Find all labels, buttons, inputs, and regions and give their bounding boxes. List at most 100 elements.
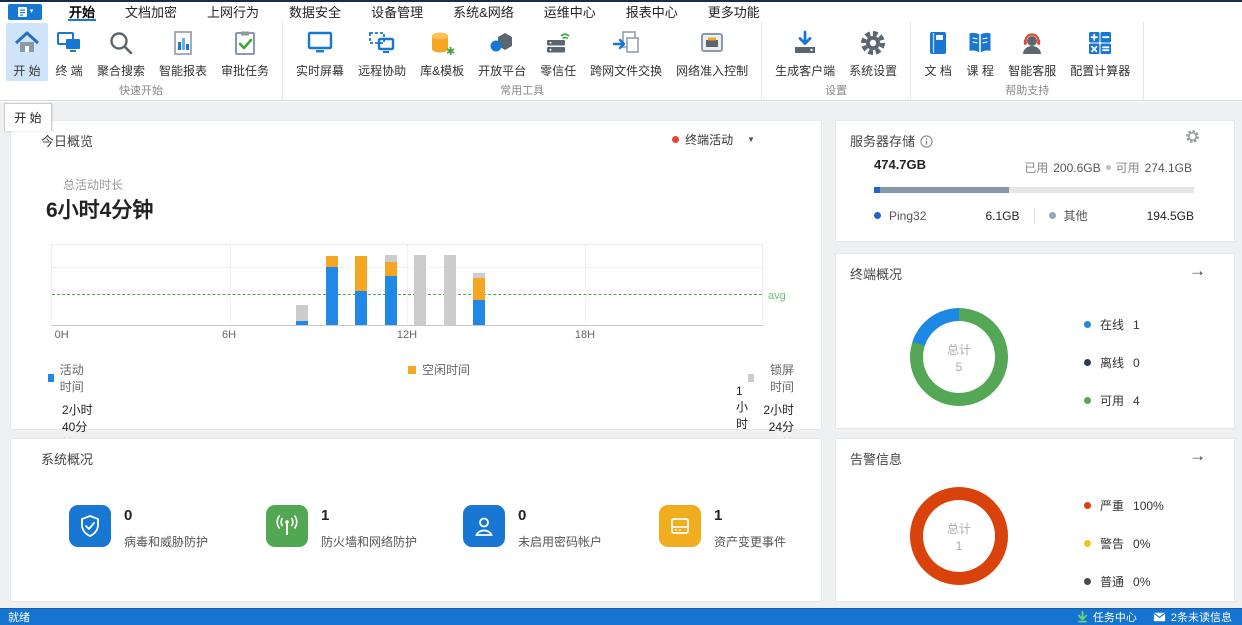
menu-item-doc-encryption[interactable]: 文档加密 [110, 2, 192, 21]
yellow-dot-icon [1084, 540, 1091, 547]
arrow-right-icon[interactable]: → [1189, 447, 1206, 464]
ribbon-item-approval-tasks[interactable]: 审批任务 [214, 23, 276, 81]
separator-dot-icon [1106, 165, 1111, 170]
bar-segment [385, 255, 397, 262]
gray-dot-icon [1049, 212, 1056, 219]
svg-text:✱: ✱ [446, 46, 455, 57]
blue-dot-icon [874, 212, 881, 219]
bar-segment [414, 255, 426, 325]
ribbon-item-system-settings[interactable]: 系统设置 [842, 23, 904, 81]
ribbon-item-smart-report[interactable]: 智能报表 [152, 23, 214, 81]
ribbon-item-network-access-control[interactable]: 网络准入控制 [669, 23, 755, 81]
menu-item-report-center[interactable]: 报表中心 [611, 2, 693, 21]
status-ready-text: 就绪 [8, 609, 30, 625]
ribbon-item-start[interactable]: 开 始 [6, 23, 48, 81]
activity-bar-11h [385, 255, 397, 325]
legend-ping32: Ping32 6.1GB [874, 209, 1020, 223]
ribbon-label: 配置计算器 [1070, 62, 1130, 79]
ribbon-label: 实时屏幕 [296, 62, 344, 79]
menu-item-start[interactable]: 开始 [54, 2, 110, 21]
arrow-right-icon[interactable]: → [1189, 262, 1206, 279]
legend-other: 其他 194.5GB [1049, 207, 1195, 224]
app-logo-icon [17, 6, 28, 18]
terminal-legend: 在线1 离线0 可用4 [1084, 316, 1224, 430]
bar-segment [326, 267, 338, 325]
storage-settings-gear-icon[interactable] [1185, 129, 1200, 147]
storage-bar-segment [880, 187, 1009, 193]
download-arrow-icon [1077, 611, 1088, 623]
alarm-donut-chart: 总计1 [910, 487, 1008, 585]
terminal-monitors-icon [55, 27, 83, 59]
ribbon-item-open-platform[interactable]: 开放平台 [471, 23, 533, 81]
task-center-button[interactable]: 任务中心 [1077, 609, 1137, 625]
remote-assist-icon [368, 27, 396, 59]
ribbon-item-aggregate-search[interactable]: 聚合搜索 [90, 23, 152, 81]
ribbon-item-library-templates[interactable]: ✱ 库&模板 [413, 23, 471, 81]
ribbon-label: 网络准入控制 [676, 62, 748, 79]
ribbon-label: 生成客户端 [775, 62, 835, 79]
ribbon-label: 终 端 [55, 62, 82, 79]
activity-bar-12h [414, 255, 426, 325]
activity-bar-14h [473, 273, 485, 325]
ribbon-label: 开 始 [13, 62, 40, 79]
ribbon-label: 智能客服 [1008, 62, 1056, 79]
ribbon-group-label: 常用工具 [289, 81, 755, 101]
x-tick: 18H [575, 329, 595, 341]
ribbon-item-remote-assist[interactable]: 远程协助 [351, 23, 413, 81]
info-icon[interactable] [920, 135, 933, 151]
legend-offline: 离线0 [1084, 354, 1224, 371]
ribbon-item-zero-trust[interactable]: 零信任 [533, 23, 583, 81]
panel-title: 系统概况 [41, 449, 93, 468]
ribbon-item-docs[interactable]: 文 档 [917, 23, 959, 81]
orange-square-icon [408, 366, 416, 374]
blue-square-icon [48, 374, 54, 382]
menu-item-device-mgmt[interactable]: 设备管理 [356, 2, 438, 21]
tab-start[interactable]: 开 始 [4, 103, 52, 131]
ribbon-item-generate-client[interactable]: 生成客户端 [768, 23, 842, 81]
ribbon-item-config-calculator[interactable]: 配置计算器 [1063, 23, 1137, 81]
unread-messages-button[interactable]: 2条未读信息 [1153, 609, 1232, 625]
shield-check-icon [69, 505, 111, 547]
ribbon-label: 课 程 [967, 62, 994, 79]
home-icon [13, 27, 41, 59]
ribbon-item-terminal[interactable]: 终 端 [48, 23, 90, 81]
approval-clipboard-icon [231, 27, 259, 59]
green-dot-icon [1084, 397, 1091, 404]
ribbon-label: 系统设置 [849, 62, 897, 79]
menu-item-ops-center[interactable]: 运维中心 [529, 2, 611, 21]
ribbon-label: 聚合搜索 [97, 62, 145, 79]
red-dot-icon [1084, 502, 1091, 509]
envelope-icon [1153, 612, 1166, 622]
menu-item-data-security[interactable]: 数据安全 [274, 2, 356, 21]
activity-bar-9h [326, 256, 338, 325]
dark-dot-icon [1084, 359, 1091, 366]
asset-device-icon [659, 505, 701, 547]
main-content: 开 始 今日概览 终端活动 ▼ 总活动时长 6小时4分钟 avg 0H 6H 1… [0, 102, 1242, 608]
ribbon-label: 跨网文件交换 [590, 62, 662, 79]
panel-title: 服务器存储 [850, 131, 933, 151]
app-menu-caret-icon: ▾ [30, 8, 34, 15]
panel-title: 今日概览 [41, 131, 93, 150]
gridline [407, 245, 408, 325]
ribbon-label: 零信任 [540, 62, 576, 79]
storage-used-free: 已用200.6GB 可用274.1GB [1024, 159, 1192, 176]
storage-total: 474.7GB [874, 157, 926, 172]
library-database-icon: ✱ [428, 27, 456, 59]
terminal-activity-dropdown[interactable]: 终端活动 ▼ [672, 131, 755, 148]
menu-item-system-network[interactable]: 系统&网络 [438, 2, 529, 21]
ribbon-item-realtime-screen[interactable]: 实时屏幕 [289, 23, 351, 81]
gridline [230, 245, 231, 325]
menu-item-web-behavior[interactable]: 上网行为 [192, 2, 274, 21]
app-menu-button[interactable]: ▾ [8, 4, 42, 20]
stat-no-password-accounts: 0未启用密码帐户 [463, 505, 653, 550]
ribbon-item-cross-network-file-exchange[interactable]: 跨网文件交换 [583, 23, 669, 81]
terminal-donut-chart: 总计5 [910, 308, 1008, 406]
legend-available: 可用4 [1084, 392, 1224, 409]
search-icon [107, 27, 135, 59]
status-bar: 就绪 任务中心 2条未读信息 [0, 608, 1242, 625]
ribbon-item-courses[interactable]: 课 程 [959, 23, 1001, 81]
activity-plot [51, 244, 763, 326]
ribbon-label: 文 档 [925, 62, 952, 79]
menu-item-more[interactable]: 更多功能 [693, 2, 775, 21]
ribbon-item-smart-support[interactable]: 智能客服 [1001, 23, 1063, 81]
